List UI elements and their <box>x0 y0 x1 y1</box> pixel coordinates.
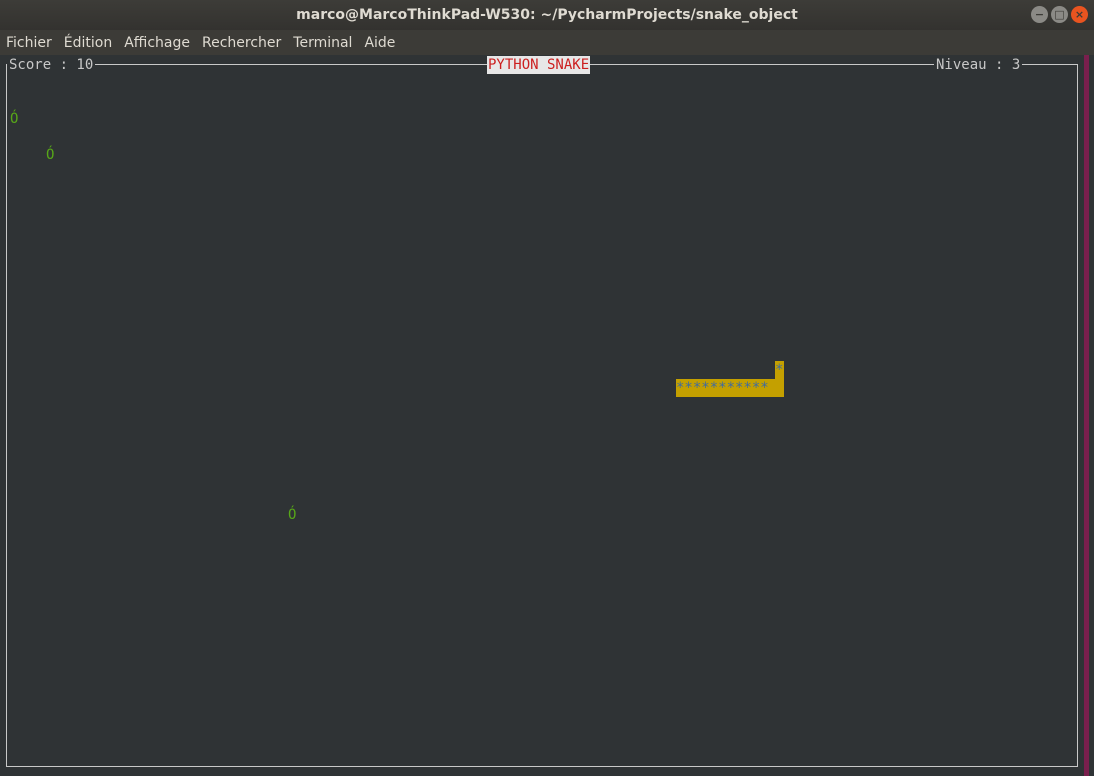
terminal-area[interactable]: Score : 10 PYTHON SNAKE Niveau : 3 Ó Ó Ó… <box>0 55 1081 776</box>
scrollbar-track <box>1084 55 1089 776</box>
terminal-scrollbar[interactable] <box>1081 55 1094 776</box>
maximize-button[interactable]: □ <box>1051 6 1068 23</box>
game-title: PYTHON SNAKE <box>487 56 591 74</box>
menu-fichier[interactable]: Fichier <box>0 35 58 51</box>
menu-terminal[interactable]: Terminal <box>287 35 358 51</box>
menu-edition[interactable]: Édition <box>58 35 118 51</box>
apple-food: Ó <box>46 147 55 163</box>
menu-bar: Fichier Édition Affichage Rechercher Ter… <box>0 30 1094 55</box>
apple-food: Ó <box>10 111 19 127</box>
menu-rechercher[interactable]: Rechercher <box>196 35 287 51</box>
score-display: Score : 10 <box>7 56 96 74</box>
snake-body: *********** <box>676 379 784 397</box>
snake-head: * <box>775 361 784 379</box>
game-board-border <box>6 64 1078 767</box>
minimize-button[interactable]: − <box>1031 6 1048 23</box>
apple-food: Ó <box>288 507 297 523</box>
level-display: Niveau : 3 <box>934 56 1023 74</box>
window-controls: − □ × <box>1031 6 1088 23</box>
window-title: marco@MarcoThinkPad-W530: ~/PycharmProje… <box>296 7 798 23</box>
window-titlebar[interactable]: marco@MarcoThinkPad-W530: ~/PycharmProje… <box>0 0 1094 30</box>
menu-affichage[interactable]: Affichage <box>118 35 196 51</box>
close-button[interactable]: × <box>1071 6 1088 23</box>
menu-aide[interactable]: Aide <box>358 35 401 51</box>
